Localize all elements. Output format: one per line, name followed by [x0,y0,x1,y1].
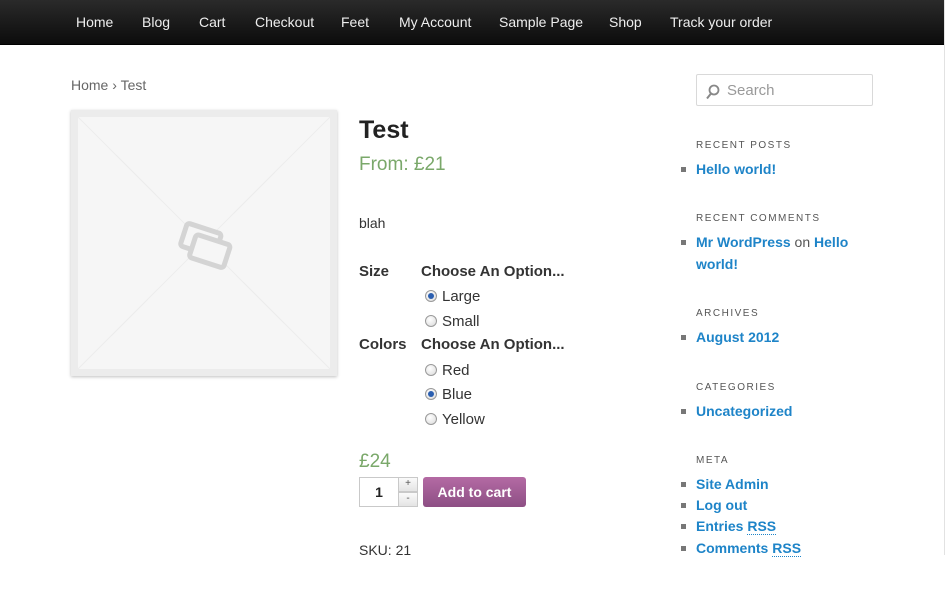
recent-post-link[interactable]: Hello world! [696,161,776,177]
comments-rss-label: Comments [696,540,769,556]
comment-post-link[interactable]: Hello [814,234,848,250]
radio-blue[interactable] [425,388,437,400]
category-link[interactable]: Uncategorized [696,403,792,419]
list-bullet [681,167,686,172]
nav-track-order[interactable]: Track your order [670,0,772,44]
product-from-price: From: £21 [359,154,446,175]
nav-sample-page[interactable]: Sample Page [499,0,583,44]
meta-title: Meta [696,455,730,466]
list-bullet [681,524,686,529]
list-bullet [681,240,686,245]
size-option-small-label: Small [442,312,480,330]
search-icon [706,84,720,100]
size-option-large[interactable]: Large [425,286,480,306]
nav-blog[interactable]: Blog [142,0,170,44]
nav-my-account[interactable]: My Account [399,0,471,44]
comment-on-text: on [790,234,815,250]
radio-red[interactable] [425,364,437,376]
color-option-red-label: Red [442,361,470,379]
nav-cart[interactable]: Cart [199,0,225,44]
quantity-stepper: + - [398,477,418,507]
product-image-canvas [78,117,330,369]
color-option-blue[interactable]: Blue [425,384,472,404]
color-option-yellow-label: Yellow [442,410,485,428]
breadcrumb: Home › Test [71,77,146,93]
comment-author-link[interactable]: Mr WordPress [696,234,791,250]
color-option-yellow[interactable]: Yellow [425,409,485,429]
list-bullet [681,409,686,414]
radio-large[interactable] [425,290,437,302]
radio-small[interactable] [425,315,437,327]
product-title: Test [359,116,409,144]
nav-home[interactable]: Home [76,0,113,44]
list-bullet [681,546,686,551]
size-choose-option: Choose An Option... [421,263,565,280]
search-input[interactable]: Search [727,82,775,99]
recent-posts-title: Recent Posts [696,140,792,151]
size-option-small[interactable]: Small [425,311,480,331]
quantity-decrease-button[interactable]: - [398,492,418,507]
color-option-blue-label: Blue [442,385,473,403]
comments-rss-link[interactable]: Comments RSS [696,540,802,557]
nav-feet[interactable]: Feet [341,0,369,44]
image-placeholder-icon [78,117,330,369]
categories-title: Categories [696,382,776,393]
entries-rss-label: Entries [696,518,744,534]
quantity-input[interactable]: 1 [359,477,399,507]
archive-link[interactable]: August 2012 [696,329,779,345]
nav-shop[interactable]: Shop [609,0,642,44]
rss-abbr: RSS [747,518,777,535]
radio-yellow[interactable] [425,413,437,425]
product-image[interactable] [71,110,337,376]
recent-comment-entry: Mr WordPress on Hello [696,234,848,250]
breadcrumb-separator: › [108,77,121,93]
colors-label: Colors [359,336,407,353]
color-option-red[interactable]: Red [425,360,470,380]
size-option-large-label: Large [442,287,481,305]
list-bullet [681,503,686,508]
product-description: blah [359,215,386,231]
nav-checkout[interactable]: Checkout [255,0,314,44]
rss-abbr: RSS [772,540,802,557]
product-sku: SKU: 21 [359,542,412,558]
search-box[interactable]: Search [696,74,873,106]
breadcrumb-home-link[interactable]: Home [71,77,108,93]
comment-post-link-continued[interactable]: world! [696,256,738,272]
entries-rss-link[interactable]: Entries RSS [696,518,777,535]
breadcrumb-current: Test [120,77,147,93]
scrollbar-track[interactable] [944,0,945,555]
size-label: Size [359,263,390,280]
colors-choose-option: Choose An Option... [421,336,565,353]
recent-comments-title: Recent Comments [696,213,821,224]
add-to-cart-button[interactable]: Add to cart [423,477,526,507]
log-out-link[interactable]: Log out [696,497,747,513]
quantity-increase-button[interactable]: + [398,477,418,492]
archives-title: Archives [696,308,760,319]
list-bullet [681,482,686,487]
site-admin-link[interactable]: Site Admin [696,476,769,492]
top-navbar: Home Blog Cart Checkout Feet My Account … [0,0,944,45]
variation-price: £24 [359,451,391,472]
list-bullet [681,335,686,340]
